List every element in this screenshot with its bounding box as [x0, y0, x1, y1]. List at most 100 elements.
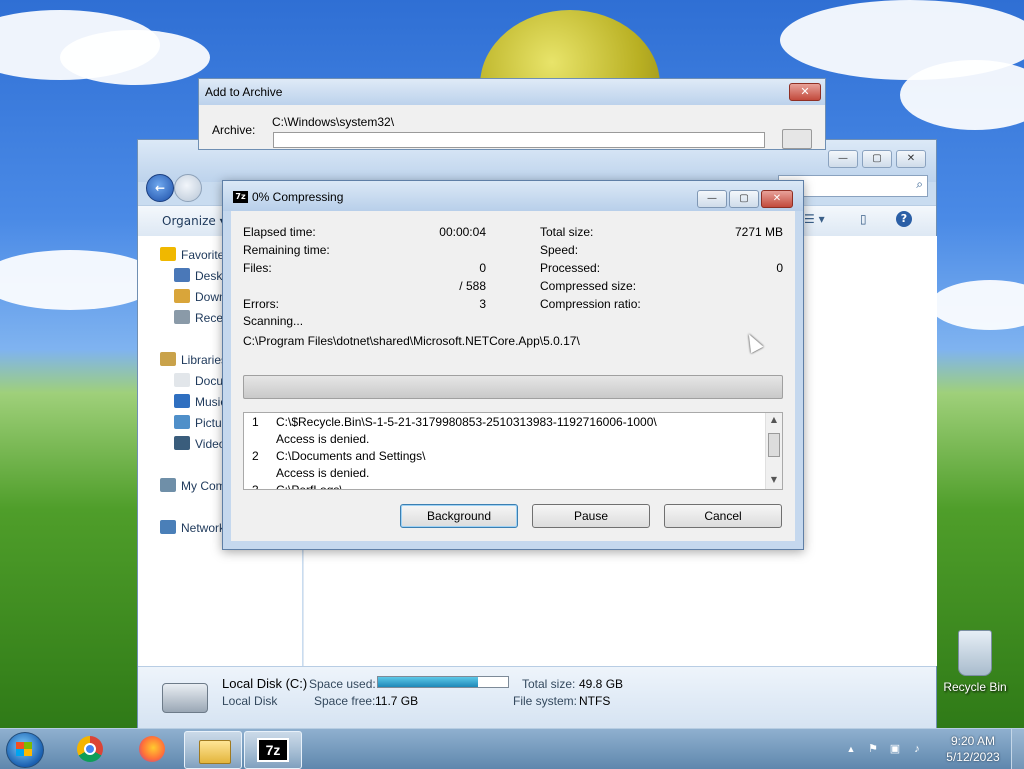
log-entry-number: 2	[252, 449, 259, 463]
browse-button[interactable]	[782, 129, 812, 149]
search-icon: ⌕	[916, 177, 923, 191]
clock-date: 5/12/2023	[946, 750, 1000, 764]
stat-value: 0	[776, 261, 783, 275]
stat-label: Speed:	[540, 243, 579, 257]
close-button[interactable]: ✕	[761, 190, 793, 208]
start-button[interactable]	[6, 732, 44, 768]
stat-label: Compression ratio:	[540, 297, 641, 311]
sidebar-item[interactable]: Favorites	[160, 246, 230, 264]
log-entry-text: C:\PerfLogs\	[276, 483, 343, 490]
drive-name: Local Disk (C:)	[222, 676, 308, 691]
back-button[interactable]: ←	[146, 174, 174, 202]
computer-icon	[160, 478, 176, 492]
add-to-archive-close-button[interactable]: ✕	[789, 83, 821, 101]
clock[interactable]: 9:20 AM 5/12/2023	[938, 733, 1008, 765]
stat-value: 3	[479, 297, 486, 311]
pictures-icon	[174, 415, 190, 429]
add-to-archive-dialog[interactable]: Add to Archive ✕ Archive: C:\Windows\sys…	[198, 78, 826, 150]
taskbar-file-explorer[interactable]	[184, 731, 242, 769]
space-free-value: 11.7 GB	[375, 694, 419, 708]
maximize-button[interactable]: ▢	[729, 190, 759, 208]
minimize-button[interactable]: —	[828, 150, 858, 168]
organize-button[interactable]: Organize ▾	[162, 214, 226, 228]
drive-type: Local Disk	[222, 694, 278, 708]
documents-icon	[174, 373, 190, 387]
network-icon	[160, 520, 176, 534]
cloud-decoration	[60, 30, 210, 85]
libraries-icon	[160, 352, 176, 366]
sidebar-item[interactable]: Libraries	[160, 351, 227, 369]
log-entry-text: C:\Documents and Settings\	[276, 449, 426, 463]
stat-value: / 588	[459, 279, 486, 293]
stat-value: 0	[479, 261, 486, 275]
taskbar: 7z ▲ ⚑ ▣ ♪ 9:20 AM 5/12/2023	[0, 728, 1024, 769]
progress-body: Elapsed time: 00:00:04 Remaining time: File…	[231, 211, 795, 541]
error-log-list[interactable]: 1 C:\$Recycle.Bin\S-1-5-21-3179980853-251…	[243, 412, 783, 490]
close-button[interactable]: ✕	[896, 150, 926, 168]
sidebar-item[interactable]: Network	[160, 519, 225, 537]
hard-disk-icon	[162, 683, 208, 713]
help-icon[interactable]: ?	[896, 211, 912, 227]
downloads-icon	[174, 289, 190, 303]
desktop-icon	[174, 268, 190, 282]
cloud-decoration	[930, 280, 1024, 330]
stat-label: Elapsed time:	[243, 225, 316, 239]
log-entry-number: 3	[252, 483, 259, 490]
stat-label: Errors:	[243, 297, 279, 311]
scroll-thumb[interactable]	[768, 433, 780, 457]
archive-path: C:\Windows\system32\	[272, 115, 395, 129]
recycle-bin-label: Recycle Bin	[943, 680, 1007, 694]
stat-label: Files:	[243, 261, 272, 275]
recycle-bin[interactable]: Recycle Bin	[940, 630, 1010, 694]
compression-progress-dialog[interactable]: 7z 0% Compressing — ▢ ✕ Elapsed time: 00:…	[222, 180, 804, 550]
sidebar-item[interactable]: Music	[174, 393, 226, 411]
log-scrollbar[interactable]: ▲ ▼	[765, 413, 782, 489]
action-center-icon[interactable]: ⚑	[866, 742, 880, 756]
minimize-button[interactable]: —	[697, 190, 727, 208]
background-button[interactable]: Background	[400, 504, 518, 528]
taskbar-7zip[interactable]: 7z	[244, 731, 302, 769]
sidebar-item-label: Network	[181, 521, 226, 535]
sidebar-item-label: Libraries	[181, 353, 228, 367]
clock-time: 9:20 AM	[950, 734, 996, 748]
status-text: Scanning...	[243, 314, 304, 328]
pause-button[interactable]: Pause	[532, 504, 650, 528]
scroll-down-icon[interactable]: ▼	[769, 475, 779, 484]
preview-pane-icon[interactable]: ▯	[860, 212, 867, 226]
log-entry: 1 C:\$Recycle.Bin\S-1-5-21-3179980853-251…	[244, 414, 657, 431]
show-desktop-button[interactable]	[1011, 729, 1024, 769]
taskbar-firefox[interactable]	[122, 731, 178, 767]
progress-bar	[243, 375, 783, 399]
folder-icon	[199, 740, 231, 764]
log-entry-text: Access is denied.	[276, 466, 370, 480]
volume-icon[interactable]: ♪	[910, 742, 924, 756]
add-to-archive-titlebar[interactable]: Add to Archive	[199, 79, 825, 105]
scroll-up-icon[interactable]: ▲	[769, 415, 779, 424]
total-size-label: Total size:	[522, 677, 576, 691]
stat-label: Processed:	[540, 261, 601, 275]
cloud-decoration	[900, 60, 1024, 130]
cancel-button[interactable]: Cancel	[664, 504, 782, 528]
progress-title: 0% Compressing	[252, 190, 344, 204]
network-icon[interactable]: ▣	[888, 742, 902, 756]
taskbar-chrome[interactable]	[60, 731, 116, 767]
show-hidden-icons-icon[interactable]: ▲	[844, 742, 858, 756]
view-options-icon[interactable]: ☰ ▾	[804, 212, 825, 226]
stat-label: Total size:	[540, 225, 594, 239]
progress-titlebar[interactable]: 7z 0% Compressing — ▢ ✕	[223, 181, 803, 211]
file-system-value: NTFS	[579, 694, 611, 708]
maximize-button[interactable]: ▢	[862, 150, 892, 168]
log-entry-number: 1	[252, 415, 259, 429]
log-entry-text: C:\$Recycle.Bin\S-1-5-21-3179980853-2510…	[276, 415, 657, 429]
current-path: C:\Program Files\dotnet\shared\Microsoft…	[243, 334, 580, 348]
space-used-bar	[377, 676, 509, 688]
log-entry: 3 C:\PerfLogs\	[244, 482, 343, 490]
log-entry-text: Access is denied.	[276, 432, 370, 446]
log-entry: 2 C:\Documents and Settings\	[244, 448, 425, 465]
recycle-bin-icon	[958, 630, 992, 676]
stat-value: 7271 MB	[734, 225, 783, 239]
sevenzip-icon: 7z	[233, 191, 248, 203]
forward-button[interactable]	[174, 174, 202, 202]
archive-name-input[interactable]	[273, 132, 765, 148]
system-tray: ▲ ⚑ ▣ ♪ 9:20 AM 5/12/2023	[840, 729, 1024, 769]
